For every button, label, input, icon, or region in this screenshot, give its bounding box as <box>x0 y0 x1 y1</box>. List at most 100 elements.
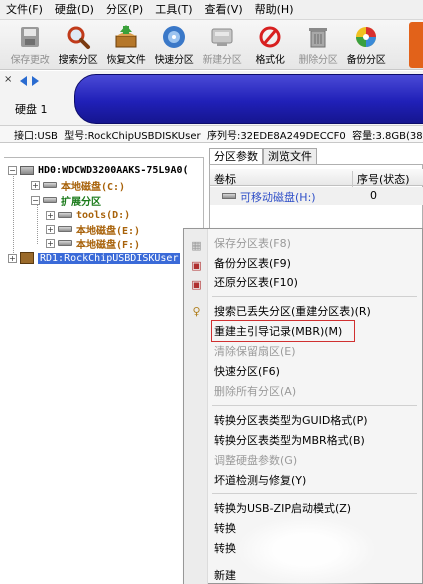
trash-icon <box>309 28 327 48</box>
partition-icon <box>58 240 72 246</box>
menu-separator <box>212 493 417 494</box>
menu-separator <box>212 296 417 297</box>
format-icon <box>259 26 281 48</box>
recover-files-label: 恢复文件 <box>106 55 146 66</box>
tree-item-local-f[interactable]: + 本地磁盘(F:) <box>46 236 140 251</box>
backup-partition-label: 备份分区 <box>346 55 386 66</box>
tree-line <box>37 202 38 244</box>
collapse-icon[interactable]: − <box>31 195 40 205</box>
menu-item-search-lost[interactable]: 搜索已丢失分区(重建分区表)(R) <box>214 303 371 321</box>
tree-label-usb-disk: RD1:RockChipUSBDISKUser <box>38 252 181 264</box>
format-label: 格式化 <box>255 55 285 66</box>
expand-icon[interactable]: + <box>46 224 55 234</box>
interface-text: 接口:USB <box>14 130 58 142</box>
table-row[interactable]: 可移动磁盘(H:) 0 <box>210 187 423 205</box>
detail-tabs: 分区参数 浏览文件 <box>209 148 317 164</box>
menu-item-bad-sector[interactable]: 坏道检测与修复(Y) <box>214 472 306 490</box>
menu-item-restore-table[interactable]: 还原分区表(F10) <box>214 274 298 292</box>
column-header-label[interactable]: 卷标 <box>214 171 236 187</box>
blurred-region <box>236 516 376 584</box>
quick-partition-button[interactable]: 快速分区 <box>150 20 198 68</box>
restore-table-icon: ▣ <box>191 278 202 291</box>
delete-partition-button[interactable]: 删除分区 <box>294 20 342 68</box>
menu-item-new[interactable]: 新建 <box>214 567 236 584</box>
toolbar: 保存更改 搜索分区 恢复文件 快速分区 新建分区 格式化 删除分区 备份分区 <box>0 20 423 70</box>
search-partition-button[interactable]: 搜索分区 <box>54 20 102 68</box>
hard-disk-icon <box>20 165 34 175</box>
save-table-icon: ▦ <box>191 239 202 252</box>
menu-item-save-table[interactable]: 保存分区表(F8) <box>214 235 291 253</box>
menu-disk[interactable]: 硬盘(D) <box>49 1 100 19</box>
menu-item-convert-mbr[interactable]: 转换分区表类型为MBR格式(B) <box>214 432 365 450</box>
quick-partition-label: 快速分区 <box>154 55 194 66</box>
expand-icon[interactable]: + <box>8 253 17 263</box>
disk-info-line: 接口:USB 型号:RockChipUSBDISKUser 序列号:32EDE8… <box>0 126 423 143</box>
tree-item-usb-disk[interactable]: + RD1:RockChipUSBDISKUser <box>8 251 181 265</box>
menu-separator <box>212 405 417 406</box>
menu-help[interactable]: 帮助(H) <box>249 1 300 19</box>
tab-partition-params[interactable]: 分区参数 <box>209 148 263 164</box>
column-header-seq[interactable]: 序号(状态) <box>352 171 410 187</box>
arrow-left-icon[interactable] <box>20 76 27 86</box>
tree-item-tools-d[interactable]: + tools(D:) <box>46 208 130 222</box>
tree-item-local-c[interactable]: + 本地磁盘(C:) <box>31 178 126 193</box>
tree-item-hd0[interactable]: − HD0:WDCWD3200AAKS-75L9A0( <box>8 163 189 177</box>
quick-partition-disc-icon <box>163 26 185 48</box>
usb-disk-icon <box>20 252 34 264</box>
backup-icon <box>356 27 376 47</box>
save-changes-button[interactable]: 保存更改 <box>6 20 54 68</box>
partition-seq-cell: 0 <box>370 189 377 202</box>
menu-view[interactable]: 查看(V) <box>199 1 249 19</box>
new-partition-button[interactable]: 新建分区 <box>198 20 246 68</box>
partition-icon <box>222 193 236 199</box>
format-button[interactable]: 格式化 <box>246 20 294 68</box>
menu-item-clear-reserved[interactable]: 清除保留扇区(E) <box>214 343 296 361</box>
recover-files-button[interactable]: 恢复文件 <box>102 20 150 68</box>
menu-item-convert-guid[interactable]: 转换分区表类型为GUID格式(P) <box>214 412 368 430</box>
collapse-icon[interactable]: − <box>8 165 17 175</box>
table-header: 卷标 序号(状态) <box>210 169 423 187</box>
tree-item-extended[interactable]: − 扩展分区 <box>31 193 101 208</box>
tree-label-local-e: 本地磁盘(E:) <box>76 225 141 237</box>
save-icon <box>21 27 39 47</box>
expand-icon[interactable]: + <box>31 180 40 190</box>
expand-icon[interactable]: + <box>46 210 55 220</box>
menu-partition[interactable]: 分区(P) <box>100 1 149 19</box>
disk-strip: × 硬盘 1 <box>0 71 423 126</box>
close-icon[interactable]: × <box>4 74 12 85</box>
toolbar-overflow-button[interactable] <box>409 22 423 68</box>
partition-icon <box>58 212 72 218</box>
tab-browse-files[interactable]: 浏览文件 <box>263 148 317 164</box>
menu-item-adjust-params[interactable]: 调整硬盘参数(G) <box>214 452 297 470</box>
menu-item-backup-table[interactable]: 备份分区表(F9) <box>214 255 291 273</box>
arrow-right-icon[interactable] <box>32 76 39 86</box>
tree-line <box>13 171 14 259</box>
partition-icon <box>58 226 72 232</box>
disk-label: 硬盘 1 <box>15 103 48 116</box>
backup-partition-button[interactable]: 备份分区 <box>342 20 390 68</box>
tree-label-local-c: 本地磁盘(C:) <box>61 181 126 193</box>
menu-item-delete-all[interactable]: 删除所有分区(A) <box>214 383 296 401</box>
tree-label-extended: 扩展分区 <box>61 196 101 208</box>
search-lost-icon: ♀ <box>192 305 201 318</box>
menu-bar: 文件(F) 硬盘(D) 分区(P) 工具(T) 查看(V) 帮助(H) <box>0 0 423 20</box>
menu-item-convert-a[interactable]: 转换 <box>214 520 236 538</box>
menu-item-convert-b[interactable]: 转换 <box>214 540 236 558</box>
save-changes-label: 保存更改 <box>10 55 50 66</box>
backup-table-icon: ▣ <box>191 259 202 272</box>
new-partition-icon <box>211 28 233 46</box>
disk-partition-bar[interactable] <box>74 74 423 124</box>
partition-icon <box>43 197 57 203</box>
new-partition-label: 新建分区 <box>202 55 242 66</box>
search-partition-label: 搜索分区 <box>58 55 98 66</box>
menu-file[interactable]: 文件(F) <box>0 1 49 19</box>
menu-item-quick-partition[interactable]: 快速分区(F6) <box>214 363 280 381</box>
expand-icon[interactable]: + <box>46 238 55 248</box>
model-text: 型号:RockChipUSBDISKUser <box>64 130 201 142</box>
menu-tools[interactable]: 工具(T) <box>149 1 198 19</box>
partition-name-cell: 可移动磁盘(H:) <box>240 191 316 204</box>
partition-icon <box>43 182 57 188</box>
recover-box-icon <box>115 25 137 48</box>
tree-item-local-e[interactable]: + 本地磁盘(E:) <box>46 222 141 237</box>
tree-label-tools-d: tools(D:) <box>76 209 131 221</box>
